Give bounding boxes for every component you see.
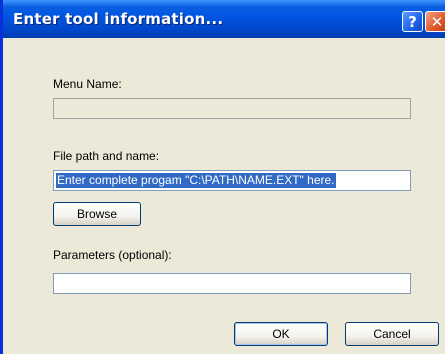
menu-name-label: Menu Name: [53, 77, 122, 91]
ok-button[interactable]: OK [234, 322, 328, 346]
file-path-input[interactable]: Enter complete progam "C:\PATH\NAME.EXT"… [53, 170, 411, 191]
ok-mnemonic: O [272, 327, 282, 341]
help-button[interactable]: ? [402, 11, 423, 32]
close-button[interactable]: ✕ [425, 11, 445, 32]
cancel-label-rest: ancel [381, 327, 411, 341]
window-title: Enter tool information... [13, 10, 224, 28]
browse-button[interactable]: Browse [53, 202, 141, 226]
close-icon: ✕ [430, 12, 444, 31]
browse-mnemonic: B [76, 207, 85, 221]
title-bar[interactable]: Enter tool information... ? ✕ [3, 0, 445, 38]
dialog-window: Enter tool information... ? ✕ Menu Name:… [0, 0, 445, 354]
browse-label-rest: rowse [85, 207, 118, 221]
menu-name-field [53, 98, 411, 119]
file-path-selected-text: Enter complete progam "C:\PATH\NAME.EXT"… [56, 173, 336, 188]
cancel-button[interactable]: Cancel [345, 322, 439, 346]
ok-label-rest: K [281, 327, 290, 341]
file-path-label: File path and name: [53, 149, 160, 163]
question-mark-icon: ? [408, 12, 417, 31]
parameters-input[interactable] [53, 273, 411, 294]
parameters-label: Parameters (optional): [53, 248, 172, 262]
cancel-mnemonic: C [373, 327, 382, 341]
